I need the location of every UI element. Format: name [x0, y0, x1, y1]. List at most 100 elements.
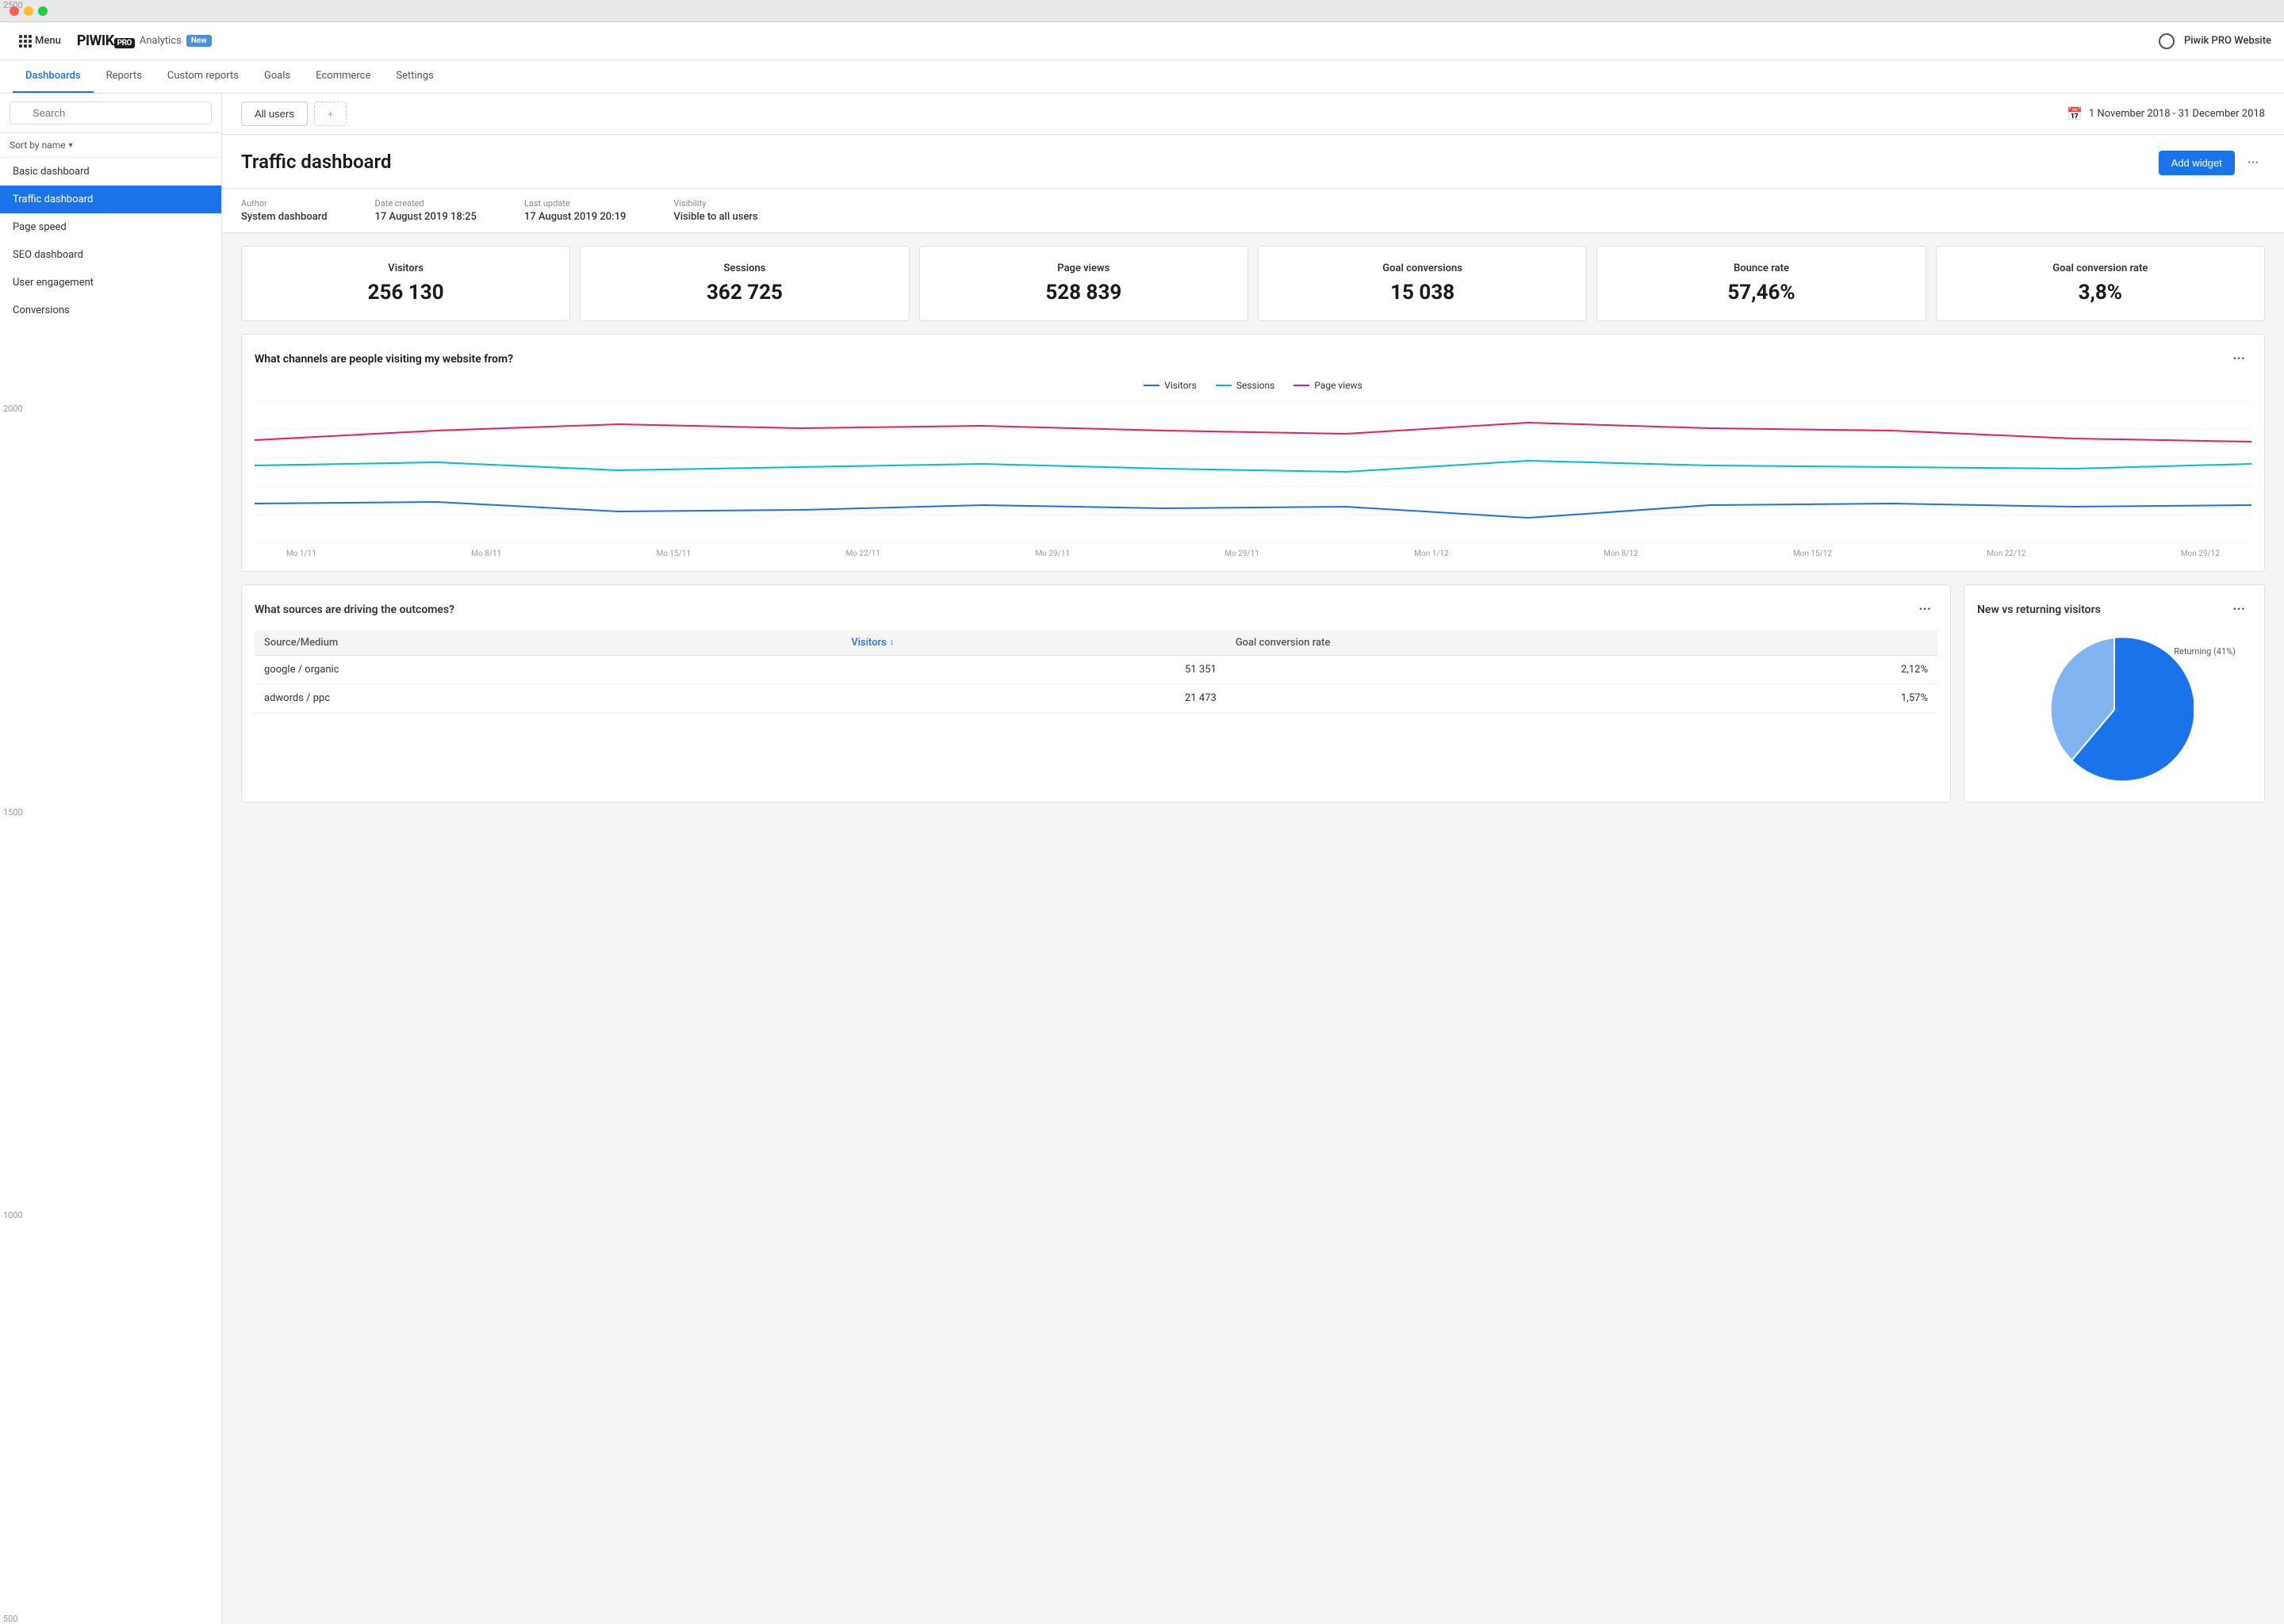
col-goal-rate-header: Goal conversion rate — [1226, 630, 1937, 656]
stat-card-visitors: Visitors 256 130 — [241, 246, 570, 321]
sidebar-item-traffic[interactable]: Traffic dashboard — [0, 186, 221, 213]
dashboard-more-menu[interactable]: ··· — [2241, 151, 2265, 174]
top-bar-right: Piwik PRO Website — [2159, 33, 2271, 49]
chart-body: 2500 2000 1500 1000 500 — [255, 400, 2251, 558]
sort-arrow-icon: ↕ — [890, 638, 894, 647]
sidebar-item-engagement[interactable]: User engagement — [0, 269, 221, 297]
stat-visitors-value: 256 130 — [261, 281, 550, 304]
top-bar: Menu PIWIKPRO Analytics New Piwik PRO We… — [0, 22, 2284, 60]
header-actions: Add widget ··· — [2159, 151, 2265, 175]
pie-more-menu[interactable]: ··· — [2226, 598, 2251, 621]
stat-card-goal-conversions: Goal conversions 15 038 — [1258, 246, 1587, 321]
plus-icon: + — [328, 108, 334, 120]
visitors-line-icon — [1144, 385, 1159, 386]
tab-reports[interactable]: Reports — [94, 60, 155, 93]
sources-table: Source/Medium Visitors ↕ Goal conversion… — [255, 630, 1937, 713]
pie-chart-section: New vs returning visitors ··· Return — [1964, 584, 2265, 802]
meta-author-label: Author — [241, 198, 328, 209]
rate-adwords: 1,57% — [1226, 684, 1937, 713]
sources-table-body: google / organic 51 351 2,12% adwords / … — [255, 656, 1937, 713]
channels-chart-more-menu[interactable]: ··· — [2226, 347, 2251, 370]
sessions-line-icon — [1216, 385, 1232, 386]
logo: PIWIKPRO Analytics New — [77, 33, 212, 49]
rate-google: 2,12% — [1226, 656, 1937, 684]
table-row: google / organic 51 351 2,12% — [255, 656, 1937, 684]
meta-date-created-label: Date created — [375, 198, 477, 209]
table-header-row: Source/Medium Visitors ↕ Goal conversion… — [255, 630, 1937, 656]
meta-last-update-label: Last update — [524, 198, 626, 209]
stat-pageviews-value: 528 839 — [939, 281, 1228, 304]
source-medium-adwords: adwords / ppc — [255, 684, 841, 713]
content-top-bar: All users + 📅 1 November 2018 - 31 Decem… — [222, 94, 2284, 135]
legend-sessions: Sessions — [1216, 380, 1274, 391]
pie-container: Returning (41%) — [1977, 630, 2251, 789]
main-layout: Sort by name ▾ Basic dashboard Traffic d… — [0, 94, 2284, 1624]
dashboard-header: Traffic dashboard Add widget ··· — [222, 135, 2284, 189]
meta-visibility-value: Visible to all users — [673, 211, 757, 223]
all-users-segment-button[interactable]: All users — [241, 102, 308, 126]
sidebar: Sort by name ▾ Basic dashboard Traffic d… — [0, 94, 222, 1624]
sources-more-menu[interactable]: ··· — [1912, 598, 1937, 621]
sidebar-item-seo[interactable]: SEO dashboard — [0, 241, 221, 269]
source-medium-google: google / organic — [255, 656, 841, 684]
calendar-icon: 📅 — [2067, 106, 2083, 121]
meta-visibility: Visibility Visible to all users — [673, 198, 757, 223]
sources-section-title: What sources are driving the outcomes? ·… — [255, 598, 1937, 621]
stat-card-pageviews: Page views 528 839 — [919, 246, 1248, 321]
search-wrapper — [10, 102, 212, 124]
stat-goal-conversions-value: 15 038 — [1278, 281, 1567, 304]
chart-svg-container: Mo 1/11 Mo 8/11 Mo 15/11 Mo 22/11 Mo 29/… — [255, 400, 2251, 558]
globe-icon[interactable] — [2159, 33, 2175, 49]
stat-sessions-label: Sessions — [600, 262, 889, 274]
meta-date-created: Date created 17 August 2019 18:25 — [375, 198, 477, 223]
stat-card-goal-conversion-rate: Goal conversion rate 3,8% — [1936, 246, 2265, 321]
stat-pageviews-label: Page views — [939, 262, 1228, 274]
tab-ecommerce[interactable]: Ecommerce — [303, 60, 383, 93]
site-name[interactable]: Piwik PRO Website — [2184, 35, 2271, 47]
meta-visibility-label: Visibility — [673, 198, 757, 209]
add-widget-button[interactable]: Add widget — [2159, 151, 2235, 175]
sort-header[interactable]: Sort by name ▾ — [0, 133, 221, 158]
pageviews-line-icon — [1293, 385, 1309, 386]
pie-chart-svg — [2035, 630, 2194, 789]
x-axis-labels: Mo 1/11 Mo 8/11 Mo 15/11 Mo 22/11 Mo 29/… — [255, 550, 2251, 558]
stat-bounce-rate-label: Bounce rate — [1616, 262, 1906, 274]
logo-text: PIWIKPRO — [77, 33, 135, 49]
logo-pro-badge: PRO — [114, 38, 135, 48]
stat-sessions-value: 362 725 — [600, 281, 889, 304]
date-range: 1 November 2018 - 31 December 2018 — [2089, 108, 2265, 120]
content-area: All users + 📅 1 November 2018 - 31 Decem… — [222, 94, 2284, 1624]
meta-last-update: Last update 17 August 2019 20:19 — [524, 198, 626, 223]
legend-pageviews: Page views — [1293, 380, 1362, 391]
col-source-medium-header: Source/Medium — [255, 630, 841, 656]
visitors-sort-header[interactable]: Visitors ↕ — [851, 637, 1217, 649]
sidebar-item-conversions[interactable]: Conversions — [0, 297, 221, 324]
new-badge: New — [186, 35, 212, 47]
analytics-label: Analytics — [140, 35, 182, 47]
add-segment-button[interactable]: + — [314, 102, 347, 126]
tab-custom-reports[interactable]: Custom reports — [155, 60, 251, 93]
stat-goal-conversion-rate-label: Goal conversion rate — [1956, 262, 2245, 274]
window-maximize-btn[interactable] — [38, 6, 48, 16]
tab-goals[interactable]: Goals — [251, 60, 303, 93]
meta-date-created-value: 17 August 2019 18:25 — [375, 211, 477, 223]
meta-author-value: System dashboard — [241, 211, 328, 223]
legend-visitors: Visitors — [1144, 380, 1197, 391]
sidebar-item-pagespeed[interactable]: Page speed — [0, 213, 221, 241]
stat-bounce-rate-value: 57,46% — [1616, 281, 1906, 304]
date-picker[interactable]: 📅 1 November 2018 - 31 December 2018 — [2067, 106, 2265, 121]
meta-last-update-value: 17 August 2019 20:19 — [524, 211, 626, 223]
pie-returning-label: Returning (41%) — [2174, 646, 2236, 657]
col-visitors-header[interactable]: Visitors ↕ — [841, 630, 1226, 656]
sources-table-section: What sources are driving the outcomes? ·… — [241, 584, 1951, 802]
sidebar-item-basic[interactable]: Basic dashboard — [0, 158, 221, 186]
search-input[interactable] — [10, 102, 212, 124]
stat-card-bounce-rate: Bounce rate 57,46% — [1596, 246, 1926, 321]
stat-goal-conversion-rate-value: 3,8% — [1956, 281, 2245, 304]
chart-svg — [255, 400, 2251, 543]
channels-chart-title: What channels are people visiting my web… — [255, 347, 2251, 370]
search-box — [0, 94, 221, 133]
tab-settings[interactable]: Settings — [383, 60, 446, 93]
stat-card-sessions: Sessions 362 725 — [580, 246, 909, 321]
window-chrome — [0, 0, 2284, 22]
